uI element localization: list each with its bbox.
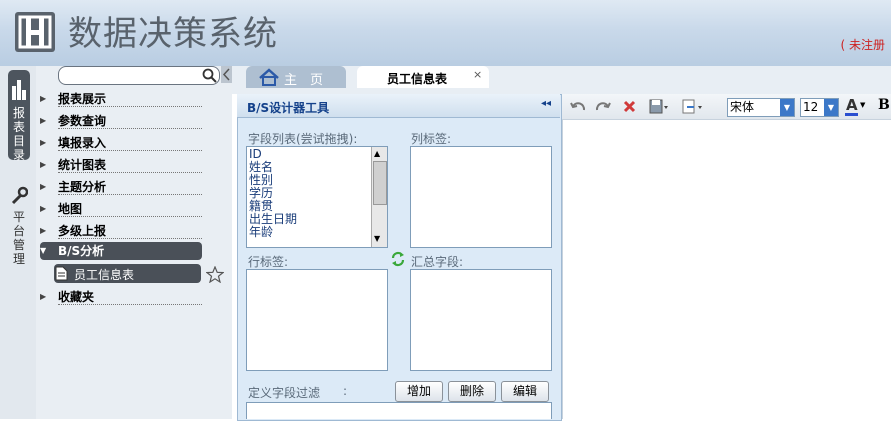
add-filter-button[interactable]: 增加 xyxy=(395,381,443,402)
font-color-button[interactable]: A ▼ xyxy=(844,96,870,116)
tree-item-topic-analysis[interactable]: ▶ 主题分析 xyxy=(40,178,202,196)
font-size-select[interactable]: 12 ▼ xyxy=(800,98,839,117)
tree-leaf-employee-info[interactable]: 员工信息表 xyxy=(54,264,201,283)
expand-arrow-icon: ▶ xyxy=(40,94,47,103)
unregistered-link[interactable]: ( 未注册 xyxy=(841,36,886,53)
column-label-title: 列标签: xyxy=(411,132,452,146)
swap-icon[interactable] xyxy=(390,251,406,267)
save-icon[interactable] xyxy=(649,99,669,114)
tree-search-input[interactable] xyxy=(58,66,220,85)
chevron-down-icon: ▼ xyxy=(780,99,794,116)
scroll-down-icon[interactable]: ▼ xyxy=(374,234,380,243)
tree-item-favorites[interactable]: ▶ 收藏夹 xyxy=(40,288,202,306)
filter-list[interactable] xyxy=(246,402,552,419)
font-color-letter: A xyxy=(846,96,858,114)
expand-arrow-icon: ▶ xyxy=(40,292,47,301)
font-color-swatch xyxy=(845,113,858,116)
designer-title-bar: B/S设计器工具 ◂◂ xyxy=(237,94,560,118)
tab-platform-label: 平台管理 xyxy=(13,210,26,266)
app-logo-icon xyxy=(15,12,55,52)
expand-arrow-icon: ▶ xyxy=(40,116,47,125)
delete-icon[interactable] xyxy=(623,100,636,113)
font-family-value: 宋体 xyxy=(730,100,755,114)
chevron-left-icon xyxy=(222,68,230,81)
font-size-value: 12 xyxy=(803,100,819,114)
expand-arrow-icon: ▶ xyxy=(40,204,47,213)
search-icon[interactable] xyxy=(202,68,217,83)
expand-arrow-icon: ▶ xyxy=(40,160,47,169)
document-icon xyxy=(55,266,68,281)
delete-filter-button[interactable]: 删除 xyxy=(448,381,496,402)
expand-arrow-icon: ▶ xyxy=(40,138,47,147)
export-icon[interactable] xyxy=(682,99,704,114)
bold-button[interactable]: B xyxy=(878,97,890,113)
tree-item-bs-analysis[interactable]: ▼ B/S分析 xyxy=(40,242,202,260)
row-label-title: 行标签: xyxy=(248,255,289,269)
designer-title: B/S设计器工具 xyxy=(247,101,330,115)
report-canvas[interactable] xyxy=(562,120,891,419)
collapse-tree-button[interactable] xyxy=(221,66,232,83)
tab-reports-label: 报表目录 xyxy=(13,106,26,162)
home-icon xyxy=(259,68,279,86)
expand-arrow-icon: ▶ xyxy=(40,226,47,235)
collapse-arrow-icon: ▼ xyxy=(40,246,47,255)
editor-toolbar: 宋体 ▼ 12 ▼ A ▼ B xyxy=(562,94,891,120)
tab-reports-catalog[interactable]: 报表目录 xyxy=(8,70,30,162)
redo-icon[interactable] xyxy=(595,100,611,112)
filter-label: 定义字段过滤 xyxy=(248,386,321,400)
tab-platform-management[interactable]: 平台管理 xyxy=(8,186,30,266)
summary-label-title: 汇总字段: xyxy=(411,255,464,269)
app-title: 数据决策系统 xyxy=(68,14,278,54)
field-list-label: 字段列表(尝试拖拽): xyxy=(248,132,358,146)
chevron-down-icon: ▼ xyxy=(824,99,838,116)
undo-icon[interactable] xyxy=(570,100,586,112)
tab-employee-info[interactable]: 员工信息表 × xyxy=(357,66,489,88)
bar-chart-icon xyxy=(12,80,26,100)
scroll-up-icon[interactable]: ▲ xyxy=(374,149,380,158)
tree-item-map[interactable]: ▶ 地图 xyxy=(40,200,202,218)
filter-colon: : xyxy=(343,384,348,398)
field-item[interactable]: 年龄 xyxy=(249,226,297,239)
tree-item-data-entry[interactable]: ▶ 填报录入 xyxy=(40,134,202,152)
tree-item-multi-level-report[interactable]: ▶ 多级上报 xyxy=(40,222,202,240)
tree-item-param-query[interactable]: ▶ 参数查询 xyxy=(40,112,202,130)
field-list[interactable]: ID 姓名 性别 学历 籍贯 出生日期 年龄 ▲ ▼ xyxy=(246,146,388,248)
field-list-items: ID 姓名 性别 学历 籍贯 出生日期 年龄 xyxy=(249,148,297,239)
edit-filter-button[interactable]: 编辑 xyxy=(501,381,549,402)
chevron-down-icon: ▼ xyxy=(860,101,866,109)
tree-item-label: B/S分析 xyxy=(58,244,105,258)
column-drop-zone[interactable] xyxy=(410,146,552,248)
font-family-select[interactable]: 宋体 ▼ xyxy=(727,98,795,117)
tab-home-label: 主 页 xyxy=(284,73,324,88)
collapse-panel-icon[interactable]: ◂◂ xyxy=(541,98,551,109)
tree-leaf-label: 员工信息表 xyxy=(74,268,135,282)
tab-home[interactable]: 主 页 xyxy=(246,66,346,88)
wrench-icon xyxy=(11,186,28,205)
expand-arrow-icon: ▶ xyxy=(40,182,47,191)
tree-item-report-display[interactable]: ▶ 报表展示 xyxy=(40,90,202,108)
field-list-scrollbar[interactable]: ▲ ▼ xyxy=(371,147,387,247)
summary-drop-zone[interactable] xyxy=(410,269,552,371)
tree-item-stat-charts[interactable]: ▶ 统计图表 xyxy=(40,156,202,174)
favorite-star-icon[interactable] xyxy=(206,266,224,283)
tab-employee-label: 员工信息表 xyxy=(387,72,448,86)
row-drop-zone[interactable] xyxy=(246,269,388,371)
scrollbar-thumb[interactable] xyxy=(373,161,387,205)
close-tab-icon[interactable]: × xyxy=(473,68,482,81)
